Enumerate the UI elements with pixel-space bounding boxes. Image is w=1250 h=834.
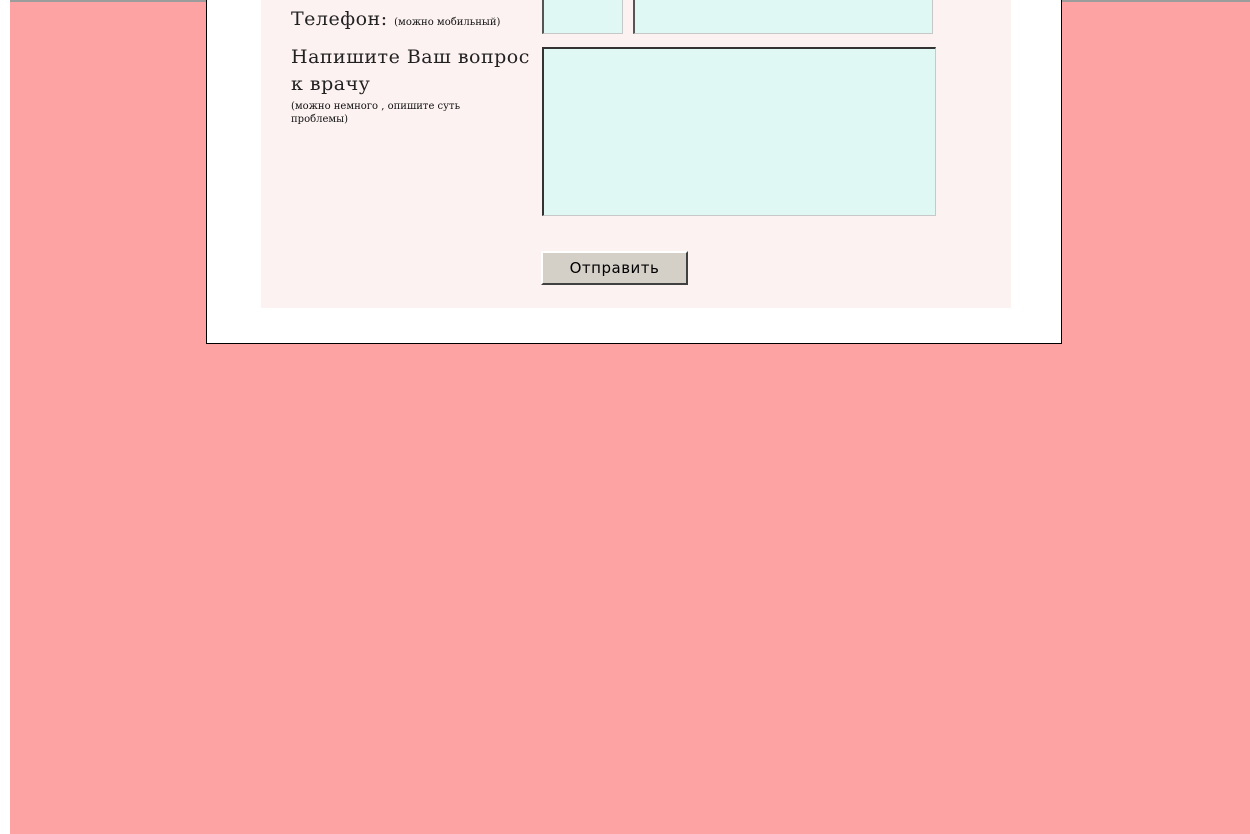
submit-button[interactable]: Отправить (541, 251, 688, 285)
question-label-text: Напишите Ваш вопрос к врачу (291, 46, 530, 95)
phone-code-input[interactable] (542, 0, 623, 34)
phone-hint: (можно мобильный) (394, 17, 501, 28)
phone-label: Телефон: (можно мобильный) (291, 8, 500, 30)
phone-label-text: Телефон: (291, 8, 388, 30)
question-textarea[interactable] (542, 47, 936, 216)
phone-number-input[interactable] (633, 0, 933, 34)
question-label: Напишите Ваш вопрос к врачу (можно немно… (291, 44, 541, 126)
window-left-strip (0, 0, 10, 834)
page-content-box: Телефон: (можно мобильный) Напишите Ваш … (206, 0, 1062, 344)
question-hint: (можно немного , опишите суть проблемы) (291, 101, 461, 125)
doctor-question-form: Телефон: (можно мобильный) Напишите Ваш … (261, 0, 1011, 308)
